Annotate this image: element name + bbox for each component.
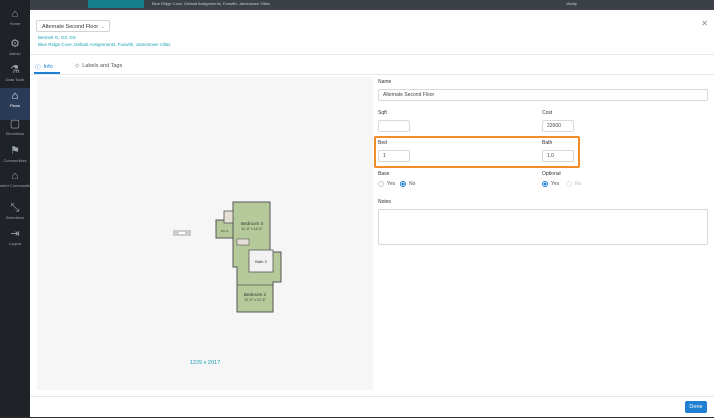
radio-circle-selected (542, 181, 548, 187)
bedroom2-size: 12'-0" x 12'-6" (244, 298, 266, 302)
plan-select-dropdown[interactable]: Alternate Second Floor ⌄ (36, 20, 110, 32)
logout-icon: ⇥ (10, 228, 20, 240)
name-input[interactable]: Alternate Second Floor (378, 89, 708, 101)
sidebar-item-logout[interactable]: ⇥ Logout (0, 226, 30, 258)
selections-icon: ⤡ (10, 202, 20, 214)
app-sidebar: ⌂ Home ⚙ Admin ⚗ Data Tools ⌂ Plans ▢ Elevations ⚑… (0, 0, 34, 417)
chevron-down-icon: ⌄ (100, 24, 105, 30)
sqft-label: Sqft (378, 110, 387, 116)
sidebar-item-label: Home (9, 21, 21, 26)
market-communities-icon: ⌂ (11, 170, 19, 182)
radio-circle (566, 181, 572, 187)
optional-yes-radio[interactable]: Yes (542, 181, 559, 187)
optional-no-radio[interactable]: No (566, 181, 581, 187)
sidebar-item-label: Selections (5, 215, 25, 220)
modal-footer: Done (30, 396, 714, 418)
modal-header: Alternate Second Floor ⌄ Bennett O, GZ, … (30, 10, 714, 55)
tab-info[interactable]: ⓘ Info (35, 63, 53, 71)
base-no-label: No (409, 181, 416, 187)
base-no-radio[interactable]: No (400, 181, 415, 187)
closet (223, 210, 234, 224)
home-icon: ⌂ (11, 8, 19, 20)
radio-circle-selected (400, 181, 406, 187)
done-button[interactable]: Done (685, 401, 707, 413)
plans-icon: ⌂ (11, 90, 19, 102)
optional-no-label: No (575, 181, 582, 187)
sidebar-item-label: Logout (8, 241, 22, 246)
sidebar-item-market-communities[interactable]: ⌂ Market Communities (0, 168, 34, 200)
notes-textarea[interactable] (378, 209, 708, 245)
info-icon: ⓘ (35, 65, 41, 71)
hall-closet (236, 238, 250, 246)
bedroom4-size: 11'-0" x 14'-3" (241, 227, 263, 231)
cost-label: Cost (542, 110, 553, 116)
plan-communities-text: Blue Ridge Cove, Default Assignments, Fo… (38, 42, 171, 47)
background-page-strip: Blue Ridge Cove, Default Assignments, Fo… (30, 0, 714, 10)
close-icon[interactable]: ✕ (701, 19, 708, 28)
modal-tabs: ⓘ Info ◇ Labels and Tags (30, 60, 714, 75)
floorplan-image: Bedroom 4 11'-0" x 14'-3" W.I.C. Bath 3 … (173, 201, 282, 313)
communities-icon: ⚑ (10, 145, 20, 157)
data-tools-icon: ⚗ (10, 64, 20, 76)
background-right-text: Vanity (566, 1, 577, 6)
tab-labels-and-tags[interactable]: ◇ Labels and Tags (75, 63, 122, 69)
edit-plan-modal: Alternate Second Floor ⌄ Bennett O, GZ, … (30, 10, 714, 417)
sidebar-item-label: Plans (9, 103, 20, 108)
bedroom4-label: Bedroom 4 (241, 221, 264, 226)
cost-input[interactable]: 22600 (542, 120, 574, 132)
image-dimensions: 1229 x 2017 (189, 360, 221, 366)
sidebar-item-label: Admin (9, 51, 21, 56)
plan-series-text: Bennett O, GZ, DS (38, 35, 76, 40)
tag-icon: ◇ (75, 63, 80, 69)
elevations-icon: ▢ (9, 118, 21, 130)
optional-label: Optional (542, 171, 561, 177)
name-label: Name (378, 79, 392, 85)
plan-image-preview: Bedroom 4 11'-0" x 14'-3" W.I.C. Bath 3 … (37, 77, 373, 390)
sqft-input[interactable] (378, 120, 410, 132)
bath3-label: Bath 3 (255, 259, 267, 264)
wic-label: W.I.C. (221, 229, 229, 233)
tab-info-label: Info (43, 64, 53, 70)
sidebar-item-home[interactable]: ⌂ Home (0, 6, 30, 38)
base-yes-label: Yes (387, 181, 396, 187)
stair-marker-line (179, 232, 185, 234)
sidebar-item-label: Market Communities (0, 183, 34, 188)
base-yes-radio[interactable]: Yes (378, 181, 395, 187)
bed-bath-highlight (374, 136, 580, 168)
background-text: Blue Ridge Cove, Default Assignments, Fo… (152, 1, 270, 6)
sidebar-item-label: Communities (3, 158, 27, 163)
sidebar-item-label: Data Tools (5, 77, 25, 82)
tab-labels-label: Labels and Tags (82, 63, 123, 69)
radio-circle (378, 181, 384, 187)
active-tab-indicator (34, 72, 60, 74)
background-tab (88, 0, 144, 8)
plan-select-value: Alternate Second Floor (42, 24, 99, 30)
notes-label: Notes (378, 199, 392, 205)
base-label: Base (378, 171, 390, 177)
optional-yes-label: Yes (551, 181, 560, 187)
sidebar-item-label: Elevations (5, 131, 25, 136)
admin-icon: ⚙ (10, 38, 20, 50)
bedroom2-label: Bedroom 2 (244, 292, 267, 297)
